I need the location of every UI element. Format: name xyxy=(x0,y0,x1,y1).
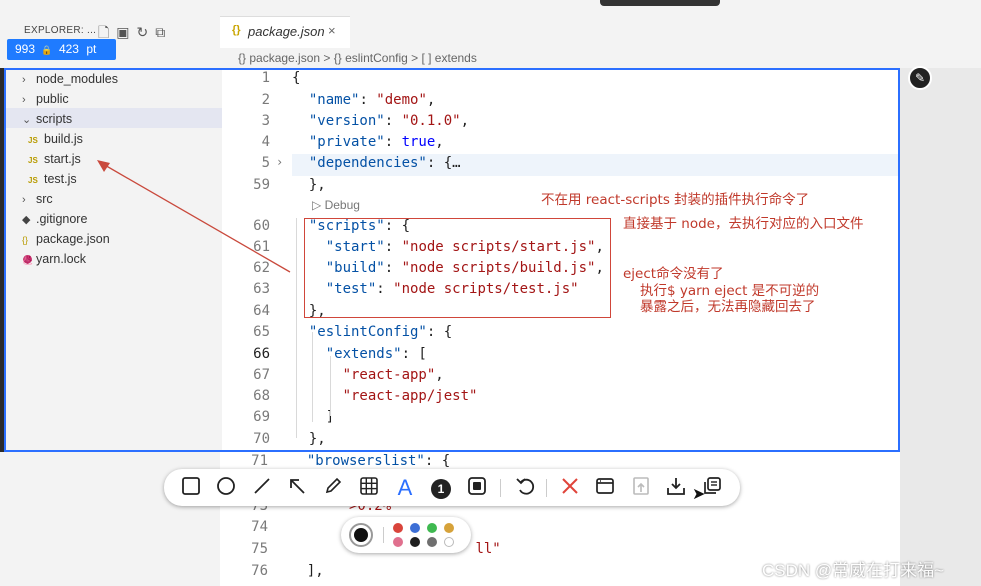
color-swatch[interactable] xyxy=(444,537,454,547)
number-tool-label: 1 xyxy=(431,479,451,499)
mouse-cursor: ➤ xyxy=(692,486,706,503)
number-tool-icon[interactable]: 1 xyxy=(429,476,453,500)
color-swatch[interactable] xyxy=(427,537,437,547)
upload-icon[interactable] xyxy=(629,476,653,500)
download-icon[interactable] xyxy=(664,476,688,500)
pen-tool-icon[interactable] xyxy=(321,476,345,500)
highlight-tool-icon[interactable] xyxy=(465,476,489,500)
toolbar-divider xyxy=(546,479,547,497)
color-swatch[interactable] xyxy=(427,523,437,533)
code-line[interactable]: "browserslist": { xyxy=(290,453,450,469)
line-number: 74 xyxy=(251,519,268,535)
mosaic-tool-icon[interactable] xyxy=(357,476,381,500)
arrow-tool-icon[interactable] xyxy=(285,476,309,500)
rectangle-tool-icon[interactable] xyxy=(179,476,203,500)
code-line[interactable]: ], xyxy=(290,563,324,579)
color-swatch[interactable] xyxy=(410,523,420,533)
color-swatch[interactable] xyxy=(393,537,403,547)
watermark: CSDN @常威在打来福~ xyxy=(762,561,945,580)
annotation-note: 暴露之后，无法再隐藏回去了 xyxy=(640,299,816,315)
text-tool-icon[interactable]: A xyxy=(393,476,417,500)
screenshot-toolbar: A 1 xyxy=(164,469,740,506)
toolbar-divider xyxy=(500,479,501,497)
line-number: 75 xyxy=(251,541,268,557)
annotation-note: 不在用 react-scripts 封装的插件执行命令了 xyxy=(541,192,810,208)
line-tool-icon[interactable] xyxy=(250,476,274,500)
line-number: 71 xyxy=(251,453,268,469)
color-swatch[interactable] xyxy=(410,537,420,547)
ellipse-tool-icon[interactable] xyxy=(214,476,238,500)
color-swatch[interactable] xyxy=(444,523,454,533)
pin-to-screen-icon[interactable] xyxy=(593,476,617,500)
undo-icon[interactable] xyxy=(513,476,537,500)
selected-color-swatch[interactable] xyxy=(349,523,373,547)
color-picker xyxy=(341,517,471,553)
annotation-note: 直接基于 node，去执行对应的入口文件 xyxy=(623,216,864,232)
pin-icon[interactable]: ✎ xyxy=(908,66,932,90)
cancel-icon[interactable] xyxy=(558,476,582,500)
line-number: 76 xyxy=(251,563,268,579)
color-swatch[interactable] xyxy=(393,523,403,533)
popup-divider xyxy=(383,527,384,543)
